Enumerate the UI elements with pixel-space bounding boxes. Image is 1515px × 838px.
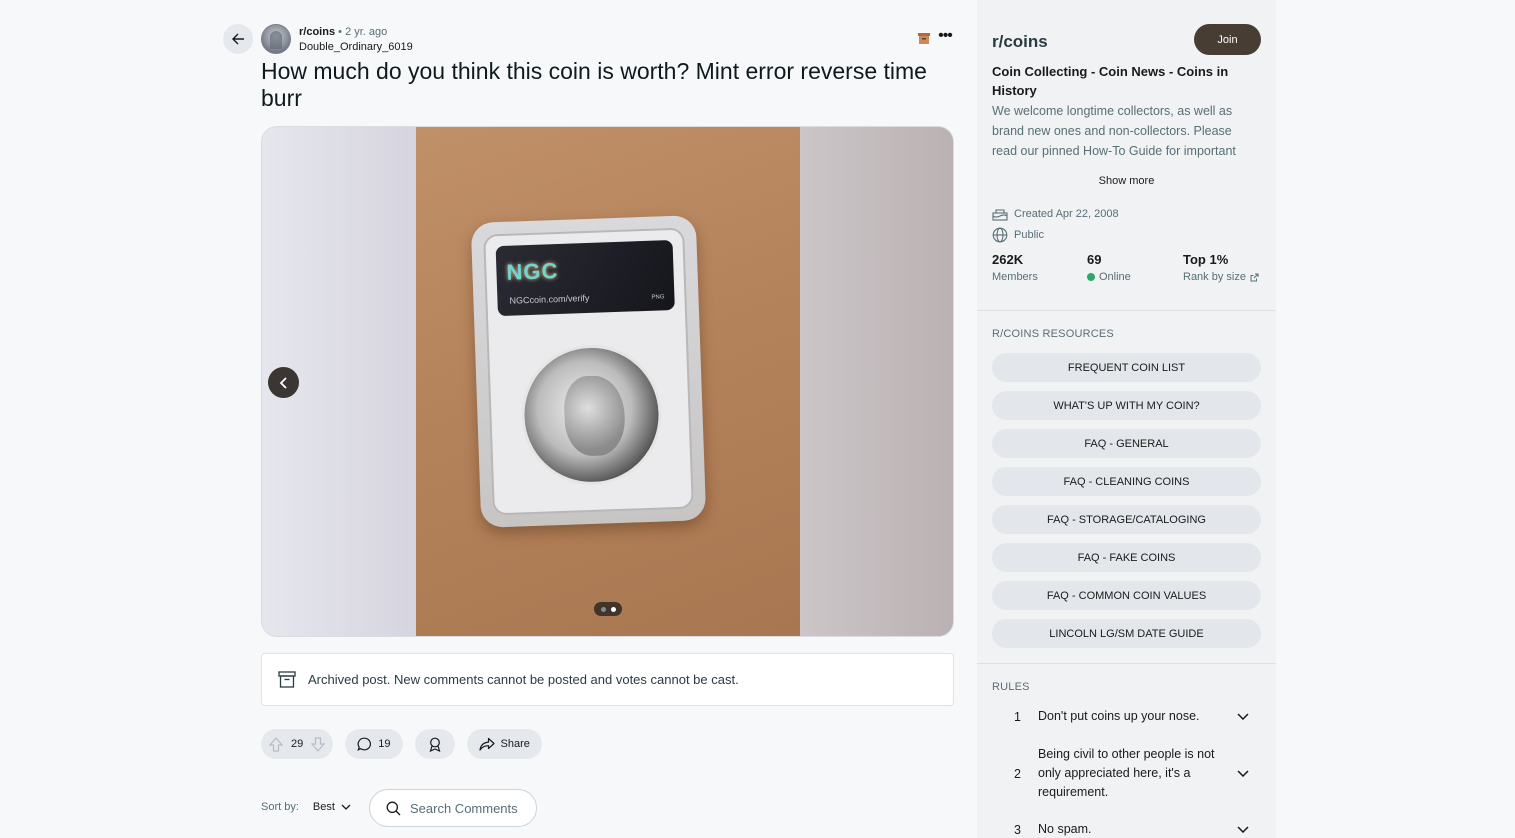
author-link[interactable]: Double_Ordinary_6019 [299, 41, 413, 53]
chevron-down-icon [1237, 770, 1249, 777]
gallery-prev-button[interactable] [268, 367, 299, 398]
share-button[interactable]: Share [466, 729, 542, 759]
slab-label: NGC NGCcoin.com/verify PNG [495, 239, 675, 317]
show-more-button[interactable]: Show more [977, 175, 1276, 187]
gallery-dot-active[interactable] [610, 606, 616, 612]
vote-control: 29 [261, 729, 334, 759]
join-button[interactable]: Join [1194, 24, 1261, 55]
arrow-left-icon [232, 33, 244, 45]
resource-faq-general[interactable]: FAQ - GENERAL [992, 429, 1261, 458]
slab-grade: PNG [651, 294, 665, 301]
stat-online: 69 Online [1087, 252, 1131, 283]
subreddit-link[interactable]: r/coins [299, 26, 335, 38]
media-blur-right [798, 127, 953, 636]
share-label: Share [500, 738, 530, 750]
rule-number: 2 [1014, 766, 1021, 781]
online-count: 69 [1087, 252, 1102, 267]
resources-heading: R/COINS RESOURCES [992, 328, 1114, 340]
comment-search[interactable] [369, 789, 537, 827]
rule-text: No spam. [1038, 822, 1092, 836]
resource-frequent-coin-list[interactable]: FREQUENT COIN LIST [992, 353, 1261, 382]
search-comments-input[interactable] [410, 800, 530, 816]
rule-number: 3 [1014, 822, 1021, 837]
post-media-gallery[interactable]: NGC NGCcoin.com/verify PNG [261, 126, 954, 637]
upvote-icon[interactable] [269, 736, 283, 752]
post-meta: r/coins • 2 yr. ago [299, 26, 387, 38]
post-actions: 29 19 Share [261, 729, 542, 759]
back-button[interactable] [223, 24, 253, 54]
comment-count: 19 [378, 738, 391, 750]
meta-separator: • [338, 26, 342, 38]
archive-box-icon [278, 671, 296, 688]
sort-dropdown[interactable]: Best [313, 801, 351, 813]
rule-text: Being civil to other people is not only … [1038, 747, 1215, 799]
chevron-down-icon [1237, 713, 1249, 720]
downvote-icon[interactable] [311, 736, 326, 752]
created-row: Created Apr 22, 2008 [992, 207, 1119, 221]
stat-rank[interactable]: Top 1% Rank by size [1183, 252, 1259, 283]
resource-lincoln-date-guide[interactable]: LINCOLN LG/SM DATE GUIDE [992, 619, 1261, 648]
subreddit-avatar[interactable] [261, 24, 291, 54]
rank-label: Rank by size [1183, 271, 1246, 283]
rank-value: Top 1% [1183, 252, 1229, 267]
more-options-button[interactable]: ••• [935, 28, 955, 46]
rules-heading: RULES [992, 681, 1030, 693]
resource-faq-common-values[interactable]: FAQ - COMMON COIN VALUES [992, 581, 1261, 610]
visibility-row: Public [992, 227, 1044, 243]
visibility-label: Public [1014, 229, 1044, 241]
sort-value: Best [312, 801, 335, 813]
external-link-icon [1250, 273, 1259, 281]
members-count: 262K [992, 252, 1024, 267]
coin-slab: NGC NGCcoin.com/verify PNG [470, 215, 707, 528]
chevron-down-icon [1237, 826, 1249, 833]
chevron-left-icon [279, 376, 287, 389]
vote-count: 29 [291, 738, 304, 750]
award-button[interactable] [414, 729, 455, 759]
community-title: Coin Collecting - Coin News - Coins in H… [992, 64, 1229, 98]
rule-item[interactable]: 2 Being civil to other people is not onl… [992, 745, 1261, 802]
coin-photo: NGC NGCcoin.com/verify PNG [416, 127, 800, 636]
globe-icon [992, 227, 1008, 243]
stat-members: 262K Members [992, 252, 1038, 283]
slab-brand: NGC [506, 257, 559, 285]
resource-whats-up-with-my-coin[interactable]: WHAT'S UP WITH MY COIN? [992, 391, 1261, 420]
resource-faq-cleaning[interactable]: FAQ - CLEANING COINS [992, 467, 1261, 496]
resource-faq-storage[interactable]: FAQ - STORAGE/CATALOGING [992, 505, 1261, 534]
rule-item[interactable]: 1 Don't put coins up your nose. [992, 707, 1261, 726]
slab-url: NGCcoin.com/verify [509, 292, 590, 306]
post-age: 2 yr. ago [345, 26, 388, 38]
chevron-down-icon [341, 804, 351, 810]
sort-label: Sort by: [261, 801, 299, 813]
online-label: Online [1099, 271, 1131, 283]
community-description: We welcome longtime collectors, as well … [992, 104, 1236, 158]
gallery-dot[interactable] [600, 606, 606, 612]
sidebar-divider [977, 310, 1276, 311]
share-icon [478, 737, 495, 751]
resource-faq-fake-coins[interactable]: FAQ - FAKE COINS [992, 543, 1261, 572]
post-title: How much do you think this coin is worth… [261, 58, 927, 111]
community-sidebar: r/coins Join Coin Collecting - Coin News… [977, 0, 1276, 838]
online-status-dot [1087, 273, 1095, 281]
award-icon [429, 737, 440, 752]
gallery-indicator [594, 602, 622, 616]
members-label: Members [992, 271, 1038, 283]
community-name[interactable]: r/coins [992, 32, 1048, 52]
archived-text: Archived post. New comments cannot be po… [308, 672, 739, 687]
post-column: r/coins • 2 yr. ago Double_Ordinary_6019… [0, 0, 976, 838]
rule-item[interactable]: 3 No spam. [992, 820, 1261, 838]
created-date: Created Apr 22, 2008 [1014, 208, 1119, 220]
rule-text: Don't put coins up your nose. [1038, 709, 1200, 723]
search-icon [386, 801, 401, 815]
comment-icon [357, 737, 372, 751]
comments-button[interactable]: 19 [345, 729, 403, 759]
archive-icon[interactable] [918, 33, 930, 44]
sidebar-divider [977, 663, 1276, 664]
sort-control: Sort by: Best [261, 801, 351, 813]
rule-number: 1 [1014, 709, 1021, 724]
coin-image [519, 342, 664, 488]
archived-banner: Archived post. New comments cannot be po… [261, 653, 954, 706]
cake-icon [992, 209, 1008, 221]
